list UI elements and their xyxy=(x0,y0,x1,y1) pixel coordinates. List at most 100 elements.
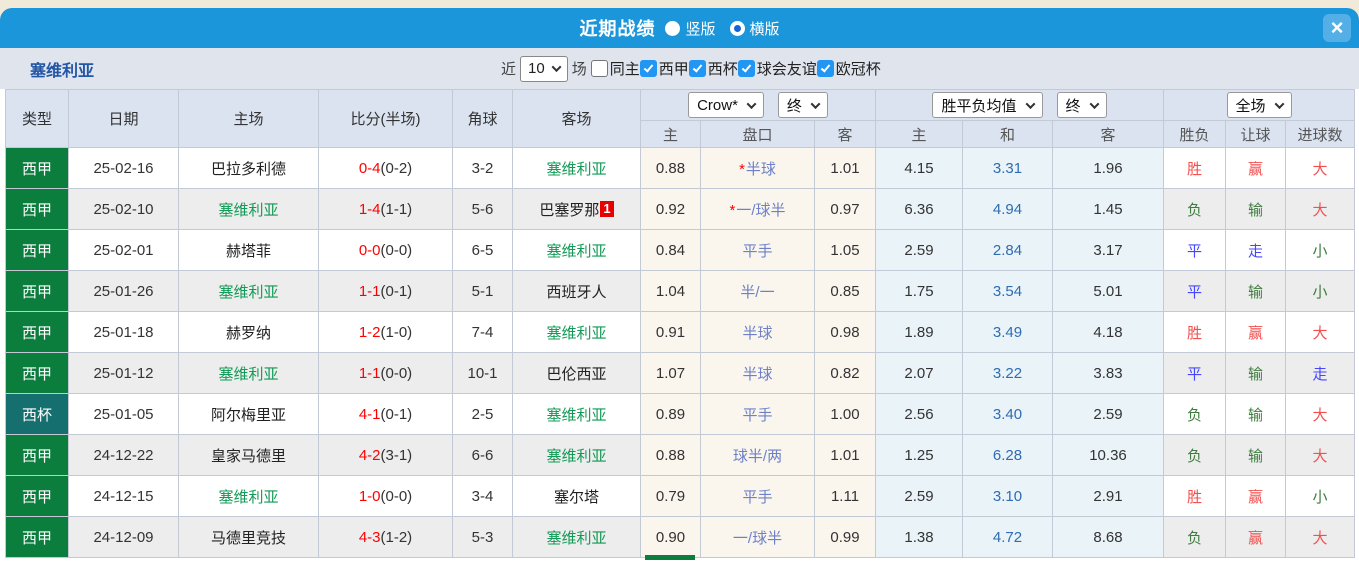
handicap-line: 半球 xyxy=(742,324,773,342)
table-row: 西甲 24-12-15 塞维利亚 1-0(0-0) 3-4 塞尔塔 0.79 平手 1.11 2.… xyxy=(5,475,1356,517)
score-cell: 4-1(0-1) xyxy=(318,393,453,435)
home-team-name: 马德里竞技 xyxy=(210,529,286,547)
radio-label: 横版 xyxy=(749,20,780,38)
avg-away-cell: 3.83 xyxy=(1052,352,1164,394)
checkbox-icon[interactable] xyxy=(639,60,657,77)
col-header-away: 客场 xyxy=(512,89,641,148)
recent-count-value: 10 xyxy=(528,60,545,77)
score-cell: 1-2(1-0) xyxy=(318,311,453,353)
check-mark-icon xyxy=(692,62,703,73)
fulltime-score: 4-2 xyxy=(358,446,381,464)
same-home-filter[interactable]: 同主 xyxy=(590,58,640,79)
layout-radio-horizontal[interactable]: 横版 xyxy=(729,18,780,39)
ah-home-odds-cell: 0.89 xyxy=(640,393,701,435)
result-goals-cell: 大 xyxy=(1284,311,1356,353)
ah-away-odds-cell: 1.05 xyxy=(814,229,876,271)
table-header: 类型 日期 主场 比分(半场) 角球 客场 Crow* 终 胜平负均值 终 全场… xyxy=(5,89,1356,148)
avg-away-cell: 8.68 xyxy=(1052,516,1164,558)
avg-type-select[interactable]: 胜平负均值 xyxy=(932,92,1043,118)
date-cell: 25-02-16 xyxy=(68,147,179,189)
match-type-cell: 西甲 xyxy=(5,352,69,394)
scope-select[interactable]: 全场 xyxy=(1226,92,1292,118)
checkbox-icon[interactable] xyxy=(590,60,608,77)
fulltime-score: 1-1 xyxy=(358,282,381,300)
chevron-down-icon xyxy=(746,98,757,109)
avg-draw-cell: 2.84 xyxy=(962,229,1053,271)
checkbox-icon[interactable] xyxy=(737,60,755,77)
home-team-cell: 塞维利亚 xyxy=(178,270,319,312)
handicap-cell: 平手 xyxy=(700,475,815,517)
match-type-cell: 西甲 xyxy=(5,147,69,189)
table-row: 西杯 25-01-05 阿尔梅里亚 4-1(0-1) 2-5 塞维利亚 0.89 平手 1.00… xyxy=(5,393,1356,435)
halftime-score: (3-1) xyxy=(380,446,413,464)
checkbox-icon[interactable] xyxy=(688,60,706,77)
avg-home-cell: 1.75 xyxy=(875,270,963,312)
avg-home-cell: 4.15 xyxy=(875,147,963,189)
layout-radio-group: 竖版 横版 xyxy=(665,18,780,39)
away-team-cell: 塞维利亚 xyxy=(512,311,641,353)
handicap-cell: 平手 xyxy=(700,393,815,435)
handicap-cell: 平手 xyxy=(700,229,815,271)
league-filter-3[interactable]: 欧冠杯 xyxy=(816,58,881,79)
recent-label: 近 xyxy=(501,61,517,78)
home-team-cell: 塞维利亚 xyxy=(178,475,319,517)
date-cell: 24-12-22 xyxy=(68,434,179,476)
league-filter-2[interactable]: 球会友谊 xyxy=(737,58,817,79)
checkbox-icon[interactable] xyxy=(816,60,834,77)
home-team-name: 塞维利亚 xyxy=(218,201,279,219)
ah-time-select[interactable]: 终 xyxy=(777,92,828,118)
checkbox-label: 球会友谊 xyxy=(756,61,817,78)
score-cell: 4-2(3-1) xyxy=(318,434,453,476)
home-team-cell: 赫塔菲 xyxy=(178,229,319,271)
league-filter-0[interactable]: 西甲 xyxy=(639,58,689,79)
result-wdl-cell: 胜 xyxy=(1163,475,1226,517)
col-header-home: 主场 xyxy=(178,89,319,148)
league-filter-1[interactable]: 西杯 xyxy=(688,58,738,79)
avg-time-value: 终 xyxy=(1065,97,1081,115)
halftime-score: (0-0) xyxy=(380,487,413,505)
home-team-name: 塞维利亚 xyxy=(218,488,279,506)
ah-away-odds-cell: 1.01 xyxy=(814,434,876,476)
avg-draw-cell: 3.22 xyxy=(962,352,1053,394)
score-cell: 1-0(0-0) xyxy=(318,475,453,517)
result-wdl-cell: 负 xyxy=(1163,393,1226,435)
sub-header-avg-away: 客 xyxy=(1052,120,1164,148)
close-button[interactable]: × xyxy=(1323,14,1351,42)
radio-circle-icon xyxy=(729,20,745,36)
corners-cell: 3-4 xyxy=(452,475,513,517)
ah-home-odds-cell: 0.90 xyxy=(640,516,701,558)
match-type-cell: 西甲 xyxy=(5,475,69,517)
checkbox-label: 西甲 xyxy=(658,61,689,78)
handicap-cell: 一/球半 xyxy=(700,516,815,558)
filter-controls: 近 10 场 同主 西甲 西杯 球会友谊 欧冠杯 xyxy=(497,55,881,82)
chevron-down-icon xyxy=(551,62,562,73)
radio-label: 竖版 xyxy=(685,20,716,38)
home-team-name: 赫塔菲 xyxy=(225,242,271,260)
avg-home-cell: 1.89 xyxy=(875,311,963,353)
layout-radio-vertical[interactable]: 竖版 xyxy=(665,18,716,39)
away-team-cell: 巴伦西亚 xyxy=(512,352,641,394)
sub-header-result-handicap: 让球 xyxy=(1225,120,1286,148)
avg-time-select[interactable]: 终 xyxy=(1056,92,1107,118)
col-header-score: 比分(半场) xyxy=(318,89,453,148)
results-table: 类型 日期 主场 比分(半场) 角球 客场 Crow* 终 胜平负均值 终 全场… xyxy=(5,89,1356,558)
avg-home-cell: 2.59 xyxy=(875,229,963,271)
avg-home-cell: 1.25 xyxy=(875,434,963,476)
avg-away-cell: 4.18 xyxy=(1052,311,1164,353)
match-type-cell: 西杯 xyxy=(5,393,69,435)
score-cell: 1-4(1-1) xyxy=(318,188,453,230)
corners-cell: 6-6 xyxy=(452,434,513,476)
odds-company-select[interactable]: Crow* xyxy=(688,92,764,118)
result-wdl-cell: 负 xyxy=(1163,188,1226,230)
recent-count-select[interactable]: 10 xyxy=(520,55,568,82)
close-icon: × xyxy=(1330,15,1344,40)
corners-cell: 5-3 xyxy=(452,516,513,558)
away-team-name: 巴塞罗那 xyxy=(539,201,600,219)
ah-home-odds-cell: 0.88 xyxy=(640,434,701,476)
table-row: 西甲 24-12-09 马德里竞技 4-3(1-2) 5-3 塞维利亚 0.90 一/球半 0.… xyxy=(5,516,1356,558)
fulltime-score: 0-0 xyxy=(358,241,381,259)
avg-draw-cell: 3.40 xyxy=(962,393,1053,435)
ah-away-odds-cell: 0.98 xyxy=(814,311,876,353)
home-team-cell: 塞维利亚 xyxy=(178,188,319,230)
ah-away-odds-cell: 0.82 xyxy=(814,352,876,394)
